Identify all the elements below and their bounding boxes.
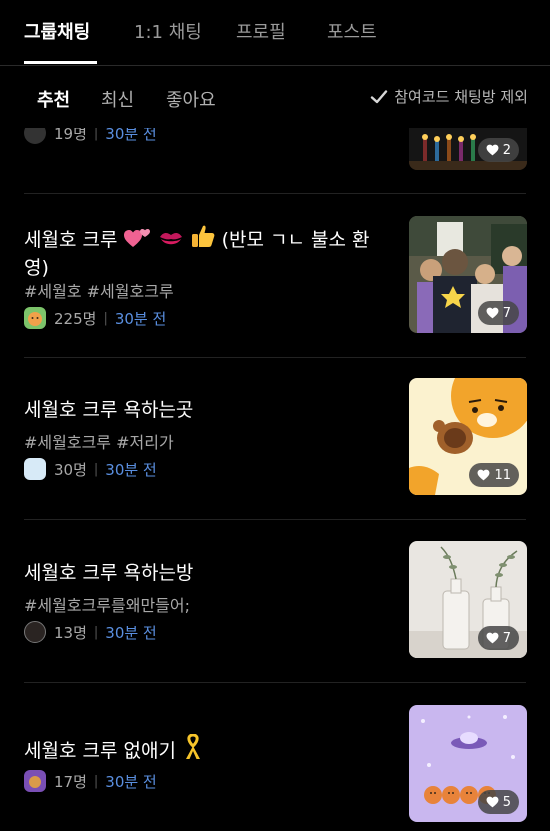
tab-group-chat[interactable]: 그룹채팅 xyxy=(24,18,90,44)
exclude-label: 참여코드 채팅방 제외 xyxy=(394,88,528,106)
active-tab-indicator xyxy=(24,61,97,64)
time-ago: 30분 전 xyxy=(105,772,157,791)
time-ago: 30분 전 xyxy=(105,128,157,143)
list-item[interactable]: 19명 | 30분 전 2 xyxy=(0,128,550,194)
like-badge: 11 xyxy=(469,463,519,487)
like-count: 11 xyxy=(494,467,511,483)
list-item[interactable]: 세월호 크루 (반모 ㄱㄴ 불소 환영) #세월호 #세월호크루 225명 | … xyxy=(0,194,550,358)
meta-separator: | xyxy=(93,773,99,789)
list-item[interactable]: 세월호 크루 욕하는곳 #세월호크루 #저리가 30명 | 30분 전 11 xyxy=(0,358,550,520)
like-badge: 7 xyxy=(477,626,519,650)
heart-icon xyxy=(486,307,499,319)
like-count: 5 xyxy=(502,794,511,810)
yellow-ribbon-emoji xyxy=(182,733,204,767)
thumbnail-image: 7 xyxy=(409,216,527,333)
meta-separator: | xyxy=(93,128,99,141)
chat-list: 19명 | 30분 전 2 세월호 크루 (반모 ㄱㄴ 불소 환영) #세월호 … xyxy=(0,128,550,831)
member-count: 225명 xyxy=(54,309,97,328)
member-count: 19명 xyxy=(54,128,87,143)
item-meta: 17명 | 30분 전 xyxy=(24,770,157,792)
time-ago: 30분 전 xyxy=(105,623,157,642)
like-badge: 2 xyxy=(477,138,519,162)
title-text: 세월호 크루 없애기 xyxy=(24,740,176,762)
exclude-entry-code-toggle[interactable]: 참여코드 채팅방 제외 xyxy=(370,86,528,107)
item-title: 세월호 크루 욕하는방 xyxy=(24,562,194,584)
avatar xyxy=(24,770,46,792)
filter-likes[interactable]: 좋아요 xyxy=(166,86,216,112)
list-item[interactable]: 세월호 크루 없애기 17명 | 30분 전 5 xyxy=(0,683,550,831)
item-title: 세월호 크루 없애기 xyxy=(24,733,380,767)
hashtags: #세월호크루 #저리가 xyxy=(24,433,174,452)
like-badge: 5 xyxy=(477,790,519,814)
item-meta: 13명 | 30분 전 xyxy=(24,621,157,643)
title-text: 세월호 크루 xyxy=(24,229,118,251)
thumbnail-image: 11 xyxy=(409,378,527,495)
tab-profile[interactable]: 프로필 xyxy=(236,18,286,44)
thumbs-up-emoji xyxy=(190,223,216,256)
thumbnail-image: 7 xyxy=(409,541,527,658)
avatar xyxy=(24,621,46,643)
member-count: 17명 xyxy=(54,772,87,791)
like-count: 7 xyxy=(502,305,511,321)
like-count: 7 xyxy=(502,630,511,646)
list-item[interactable]: 세월호 크루 욕하는방 #세월호크루를왜만들어; 13명 | 30분 전 7 xyxy=(0,520,550,683)
item-meta: 225명 | 30분 전 xyxy=(24,307,166,329)
item-meta: 19명 | 30분 전 xyxy=(24,128,157,144)
time-ago: 30분 전 xyxy=(105,460,157,479)
member-count: 13명 xyxy=(54,623,87,642)
top-tab-bar: 그룹채팅 1:1 채팅 프로필 포스트 xyxy=(0,0,550,66)
meta-separator: | xyxy=(93,461,99,477)
like-badge: 7 xyxy=(477,301,519,325)
time-ago: 30분 전 xyxy=(114,309,167,328)
heart-icon xyxy=(486,144,499,156)
heart-icon xyxy=(477,469,490,481)
filter-recommend[interactable]: 추천 xyxy=(37,86,70,112)
avatar xyxy=(24,307,46,329)
tab-one-to-one-chat[interactable]: 1:1 채팅 xyxy=(134,18,202,44)
avatar xyxy=(24,128,46,144)
like-count: 2 xyxy=(502,142,511,158)
hashtags: #세월호크루를왜만들어; xyxy=(24,596,190,615)
filter-latest[interactable]: 최신 xyxy=(101,86,134,112)
tab-post[interactable]: 포스트 xyxy=(327,18,377,44)
filter-bar: 추천 최신 좋아요 참여코드 채팅방 제외 xyxy=(0,66,550,128)
thumbnail-image: 5 xyxy=(409,705,527,822)
item-title: 세월호 크루 (반모 ㄱㄴ 불소 환영) xyxy=(24,223,380,281)
item-title: 세월호 크루 욕하는곳 xyxy=(24,399,194,421)
heart-icon xyxy=(486,632,499,644)
hashtags: #세월호 #세월호크루 xyxy=(24,282,174,301)
thumbnail-image: 2 xyxy=(409,128,527,170)
avatar xyxy=(24,458,46,480)
kiss-mark-emoji xyxy=(158,227,184,256)
meta-separator: | xyxy=(93,624,99,640)
heart-icon xyxy=(486,796,499,808)
member-count: 30명 xyxy=(54,460,87,479)
two-hearts-emoji xyxy=(123,227,152,256)
meta-separator: | xyxy=(103,310,108,326)
item-meta: 30명 | 30분 전 xyxy=(24,458,157,480)
checkmark-icon xyxy=(371,89,388,103)
